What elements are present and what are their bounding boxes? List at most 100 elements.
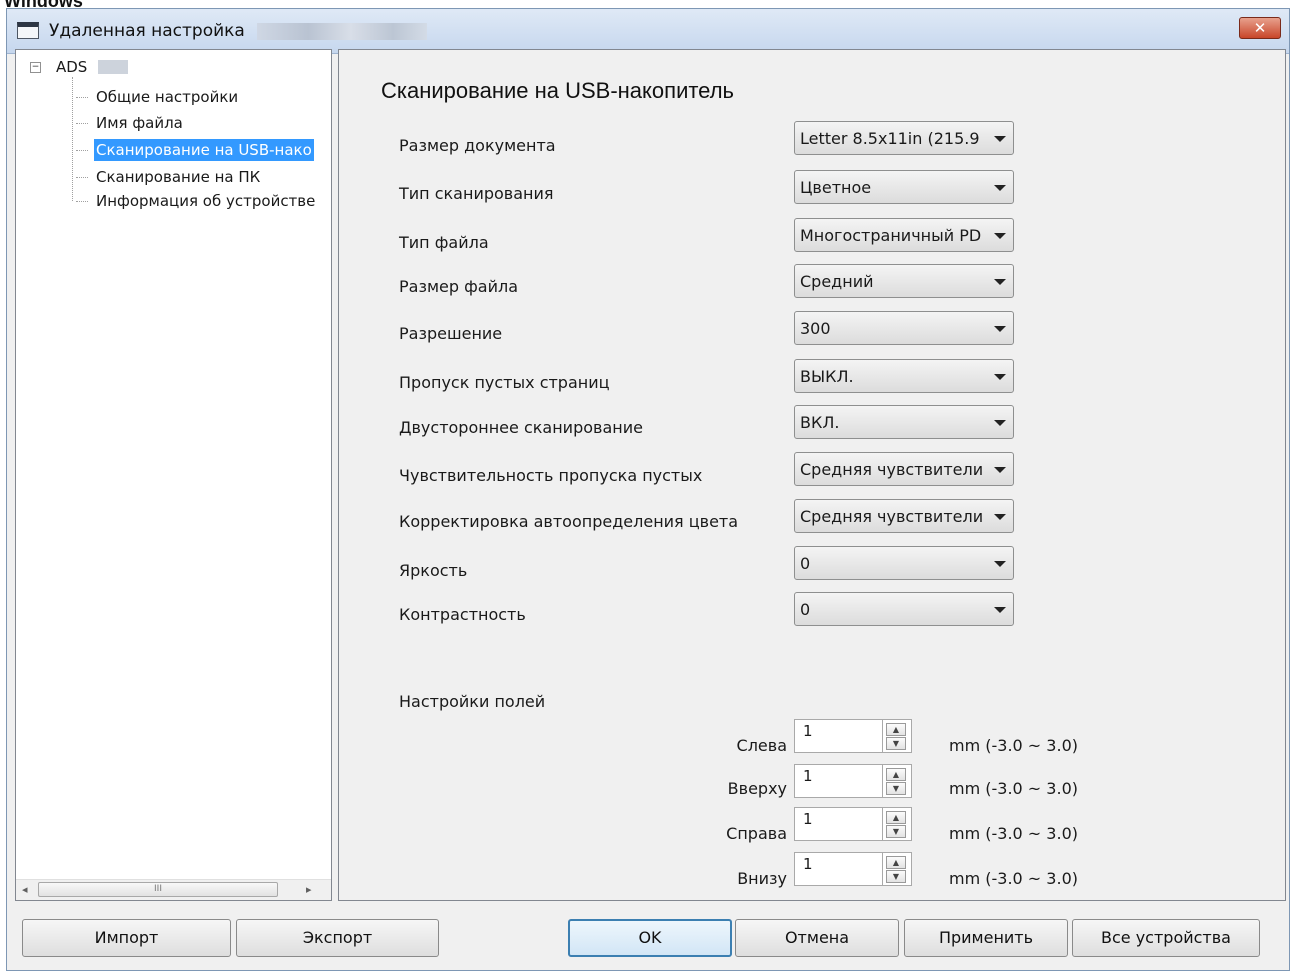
label-resolution: Разрешение [399,324,503,343]
redacted-device-name [257,23,427,40]
auto-color-adjust-select[interactable]: Средняя чувствители [794,499,1014,533]
tree-item-label: Сканирование на USB-нако [94,139,314,161]
scroll-left-icon[interactable]: ◂ [22,883,28,896]
horizontal-scrollbar[interactable]: ◂ III ▸ [16,879,331,900]
panel-heading: Сканирование на USB-накопитель [381,78,734,103]
margin-bottom-stepper[interactable]: ▲ ▼ [883,852,912,886]
spin-down-icon[interactable]: ▼ [886,737,906,750]
label-contrast: Контрастность [399,605,526,624]
title-bar: Удаленная настройка ✕ [7,9,1289,54]
dropdown-arrow-icon [994,326,1006,332]
margin-right-stepper[interactable]: ▲ ▼ [883,807,912,841]
dropdown-arrow-icon [994,467,1006,473]
duplex-scan-select[interactable]: ВКЛ. [794,405,1014,439]
tree-root-label: ADS [56,58,88,76]
dropdown-arrow-icon [994,185,1006,191]
scroll-right-icon[interactable]: ▸ [306,883,312,896]
margin-bottom-input[interactable]: 1 [794,852,883,886]
import-button[interactable]: Импорт [22,919,231,957]
label-brightness: Яркость [399,561,468,580]
spin-down-icon[interactable]: ▼ [886,782,906,795]
spin-down-icon[interactable]: ▼ [886,825,906,838]
dropdown-arrow-icon [994,420,1006,426]
skip-blank-pages-select[interactable]: ВЫКЛ. [794,359,1014,393]
select-value: 0 [800,600,811,619]
select-value: Многостраничный PD [800,226,982,245]
label-duplex-scan: Двустороннее сканирование [399,418,643,437]
brightness-select[interactable]: 0 [794,546,1014,580]
export-button[interactable]: Экспорт [236,919,439,957]
ok-button[interactable]: OK [568,919,732,957]
cancel-button[interactable]: Отмена [735,919,899,957]
select-value: Letter 8.5x11in (215.9 [800,129,980,148]
tree-item-scan-to-pc[interactable]: Сканирование на ПК [76,166,264,188]
select-value: Средняя чувствители [800,460,984,479]
file-size-select[interactable]: Средний [794,264,1014,298]
label-file-type: Тип файла [399,233,489,252]
contrast-select[interactable]: 0 [794,592,1014,626]
spin-up-icon[interactable]: ▲ [886,768,906,781]
margin-right-range: mm (-3.0 ~ 3.0) [949,824,1078,843]
select-value: Цветное [800,178,872,197]
tree-item-label: Сканирование на ПК [96,168,261,186]
margins-title: Настройки полей [399,692,546,711]
close-button[interactable]: ✕ [1239,17,1281,39]
select-value: Средний [800,272,874,291]
margin-top-input[interactable]: 1 [794,764,883,798]
settings-tree: − ADS Общие настройки Имя файла Сканиров… [15,49,332,901]
margin-bottom-range: mm (-3.0 ~ 3.0) [949,869,1078,888]
redacted-model [98,60,128,74]
window-icon [17,22,39,39]
margin-right-input[interactable]: 1 [794,807,883,841]
select-value: ВКЛ. [800,413,840,432]
label-file-size: Размер файла [399,277,519,296]
tree-item-label: Информация об устройстве [96,192,316,210]
file-type-select[interactable]: Многостраничный PD [794,218,1014,252]
margin-label-right: Справа [726,824,787,843]
select-value: Средняя чувствители [800,507,984,526]
collapse-icon[interactable]: − [30,62,41,73]
scan-type-select[interactable]: Цветное [794,170,1014,204]
dropdown-arrow-icon [994,607,1006,613]
label-auto-color-adjust: Корректировка автоопределения цвета [399,512,739,531]
all-devices-button[interactable]: Все устройства [1072,919,1260,957]
tree-item-general[interactable]: Общие настройки [76,86,242,108]
spin-up-icon[interactable]: ▲ [886,811,906,824]
margin-top-stepper[interactable]: ▲ ▼ [883,764,912,798]
margin-label-bottom: Внизу [737,869,787,888]
margin-left-range: mm (-3.0 ~ 3.0) [949,736,1078,755]
tree-item-label: Имя файла [96,114,183,132]
dropdown-arrow-icon [994,514,1006,520]
input-value: 1 [803,767,813,785]
margin-label-left: Слева [736,736,787,755]
scrollbar-thumb[interactable]: III [38,882,278,897]
input-value: 1 [803,810,813,828]
dropdown-arrow-icon [994,136,1006,142]
tree-item-scan-to-usb[interactable]: Сканирование на USB-нако [76,139,316,161]
margin-left-stepper[interactable]: ▲ ▼ [883,719,912,753]
spin-down-icon[interactable]: ▼ [886,870,906,883]
spin-up-icon[interactable]: ▲ [886,723,906,736]
resolution-select[interactable]: 300 [794,311,1014,345]
input-value: 1 [803,855,813,873]
document-size-select[interactable]: Letter 8.5x11in (215.9 [794,121,1014,155]
spin-up-icon[interactable]: ▲ [886,856,906,869]
dropdown-arrow-icon [994,233,1006,239]
label-blank-skip-sensitivity: Чувствительность пропуска пустых [399,466,703,485]
blank-skip-sensitivity-select[interactable]: Средняя чувствители [794,452,1014,486]
settings-panel: Сканирование на USB-накопитель Размер до… [338,49,1286,901]
window-title: Удаленная настройка [49,21,245,41]
tree-item-label: Общие настройки [96,88,239,106]
margin-left-input[interactable]: 1 [794,719,883,753]
apply-button[interactable]: Применить [904,919,1068,957]
select-value: 300 [800,319,831,338]
input-value: 1 [803,722,813,740]
margin-label-top: Вверху [727,779,787,798]
tree-item-device-info[interactable]: Информация об устройстве [76,190,319,212]
label-scan-type: Тип сканирования [399,184,554,203]
select-value: 0 [800,554,811,573]
dropdown-arrow-icon [994,561,1006,567]
tree-item-file-name[interactable]: Имя файла [76,112,187,134]
margin-top-range: mm (-3.0 ~ 3.0) [949,779,1078,798]
dropdown-arrow-icon [994,279,1006,285]
